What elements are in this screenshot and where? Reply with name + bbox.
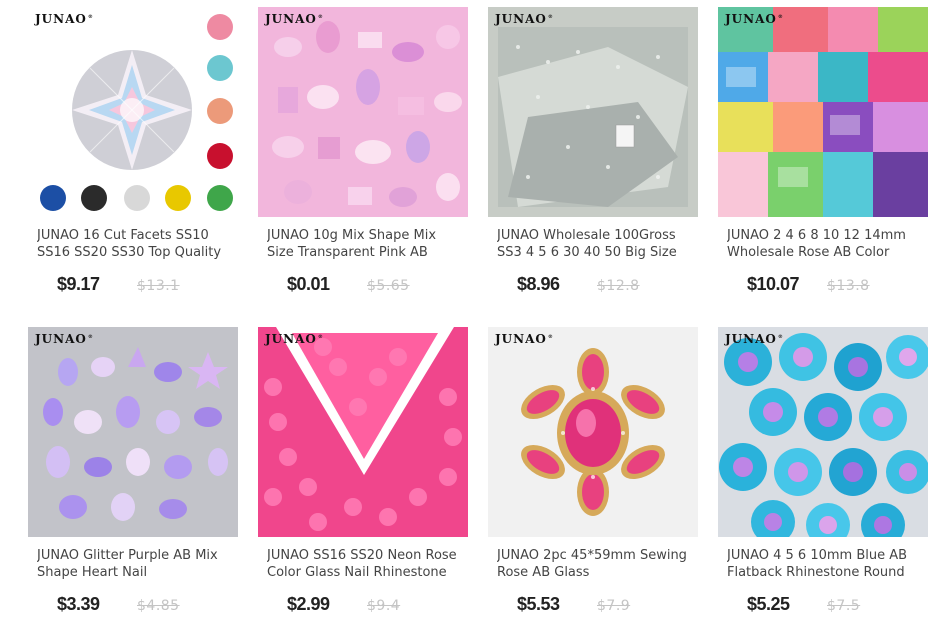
product-price: $9.17 — [57, 274, 100, 294]
product-title[interactable]: JUNAO SS16 SS20 Neon Rose Color Glass Na… — [267, 547, 460, 581]
product-price: $0.01 — [287, 274, 330, 294]
original-price: $5.65 — [367, 278, 410, 294]
product-title[interactable]: JUNAO 2pc 45*59mm Sewing Rose AB Glass — [497, 547, 690, 581]
price-row: $0.01 $5.65 — [258, 274, 468, 298]
pink-rhinestones-illustration — [258, 7, 468, 217]
brand-logo: JUNAO® — [35, 12, 94, 26]
brand-logo: JUNAO® — [725, 12, 784, 26]
brand-logo: JUNAO® — [725, 332, 784, 346]
purple-rhinestones-illustration — [28, 327, 238, 537]
brand-logo-text: JUNAO — [265, 12, 317, 26]
crystal-swatch-illustration — [28, 7, 238, 217]
brand-logo-text: JUNAO — [495, 332, 547, 346]
colorful-bags-illustration — [718, 7, 928, 217]
product-image-blue-ab-cones[interactable]: JUNAO® — [718, 327, 928, 537]
price-row: $10.07 $13.8 — [718, 274, 928, 298]
product-image-pink-ab-mixed-shapes[interactable]: JUNAO® — [258, 7, 468, 217]
product-title[interactable]: JUNAO Glitter Purple AB Mix Shape Heart … — [37, 547, 230, 581]
original-price: $4.85 — [137, 598, 180, 614]
product-card[interactable]: JUNAO® — [28, 327, 238, 630]
brand-logo: JUNAO® — [265, 332, 324, 346]
product-title[interactable]: JUNAO 2 4 6 8 10 12 14mm Wholesale Rose … — [727, 227, 920, 261]
original-price: $12.8 — [597, 278, 640, 294]
product-price: $2.99 — [287, 594, 330, 614]
product-image-ab-crystal-with-color-swatches[interactable]: JUNAO® — [28, 7, 238, 217]
product-card[interactable]: JUNAO® — [258, 7, 468, 310]
neon-rose-illustration — [258, 327, 468, 537]
product-card[interactable]: JUNAO® — [718, 7, 928, 310]
product-title[interactable]: JUNAO 10g Mix Shape Mix Size Transparent… — [267, 227, 460, 261]
product-title[interactable]: JUNAO 16 Cut Facets SS10 SS16 SS20 SS30 … — [37, 227, 230, 261]
brand-logo-text: JUNAO — [265, 332, 317, 346]
product-grid: JUNAO® JUNAO 16 Cut Facets SS10 SS16 SS2… — [28, 7, 928, 630]
price-row: $2.99 $9.4 — [258, 594, 468, 618]
product-image-rose-ab-applique[interactable]: JUNAO® — [488, 327, 698, 537]
applique-illustration — [488, 327, 698, 537]
price-row: $5.25 $7.5 — [718, 594, 928, 618]
blue-cones-illustration — [718, 327, 928, 537]
brand-logo: JUNAO® — [495, 12, 554, 26]
price-row: $5.53 $7.9 — [488, 594, 698, 618]
product-card[interactable]: JUNAO® — [488, 327, 698, 630]
original-price: $9.4 — [367, 598, 401, 614]
product-card[interactable]: JUNAO® JUNAO Wholesale 100Gross SS3 4 5 … — [488, 7, 698, 310]
brand-logo: JUNAO® — [265, 12, 324, 26]
product-title[interactable]: JUNAO 4 5 6 10mm Blue AB Flatback Rhines… — [727, 547, 920, 581]
product-image-silver-ab-bulk-bags[interactable]: JUNAO® — [488, 7, 698, 217]
original-price: $13.1 — [137, 278, 180, 294]
price-row: $9.17 $13.1 — [28, 274, 238, 298]
silver-bags-illustration — [488, 7, 698, 217]
original-price: $13.8 — [827, 278, 870, 294]
product-card[interactable]: JUNAO® — [718, 327, 928, 630]
brand-logo-text: JUNAO — [35, 332, 87, 346]
product-price: $10.07 — [747, 274, 800, 294]
brand-logo: JUNAO® — [495, 332, 554, 346]
product-price: $3.39 — [57, 594, 100, 614]
product-image-neon-rose-rhinestones[interactable]: JUNAO® — [258, 327, 468, 537]
brand-logo: JUNAO® — [35, 332, 94, 346]
product-title[interactable]: JUNAO Wholesale 100Gross SS3 4 5 6 30 40… — [497, 227, 690, 261]
brand-logo-text: JUNAO — [725, 12, 777, 26]
product-price: $5.25 — [747, 594, 790, 614]
brand-logo-text: JUNAO — [35, 12, 87, 26]
original-price: $7.9 — [597, 598, 631, 614]
price-row: $3.39 $4.85 — [28, 594, 238, 618]
product-price: $5.53 — [517, 594, 560, 614]
original-price: $7.5 — [827, 598, 861, 614]
product-card[interactable]: JUNAO® JUNAO SS16 SS20 Neon Rose Color G… — [258, 327, 468, 630]
brand-logo-text: JUNAO — [725, 332, 777, 346]
brand-logo-text: JUNAO — [495, 12, 547, 26]
product-price: $8.96 — [517, 274, 560, 294]
product-image-purple-ab-mixed-shapes[interactable]: JUNAO® — [28, 327, 238, 537]
price-row: $8.96 $12.8 — [488, 274, 698, 298]
product-card[interactable]: JUNAO® JUNAO 16 Cut Facets SS10 SS16 SS2… — [28, 7, 238, 310]
product-image-multicolor-bags[interactable]: JUNAO® — [718, 7, 928, 217]
